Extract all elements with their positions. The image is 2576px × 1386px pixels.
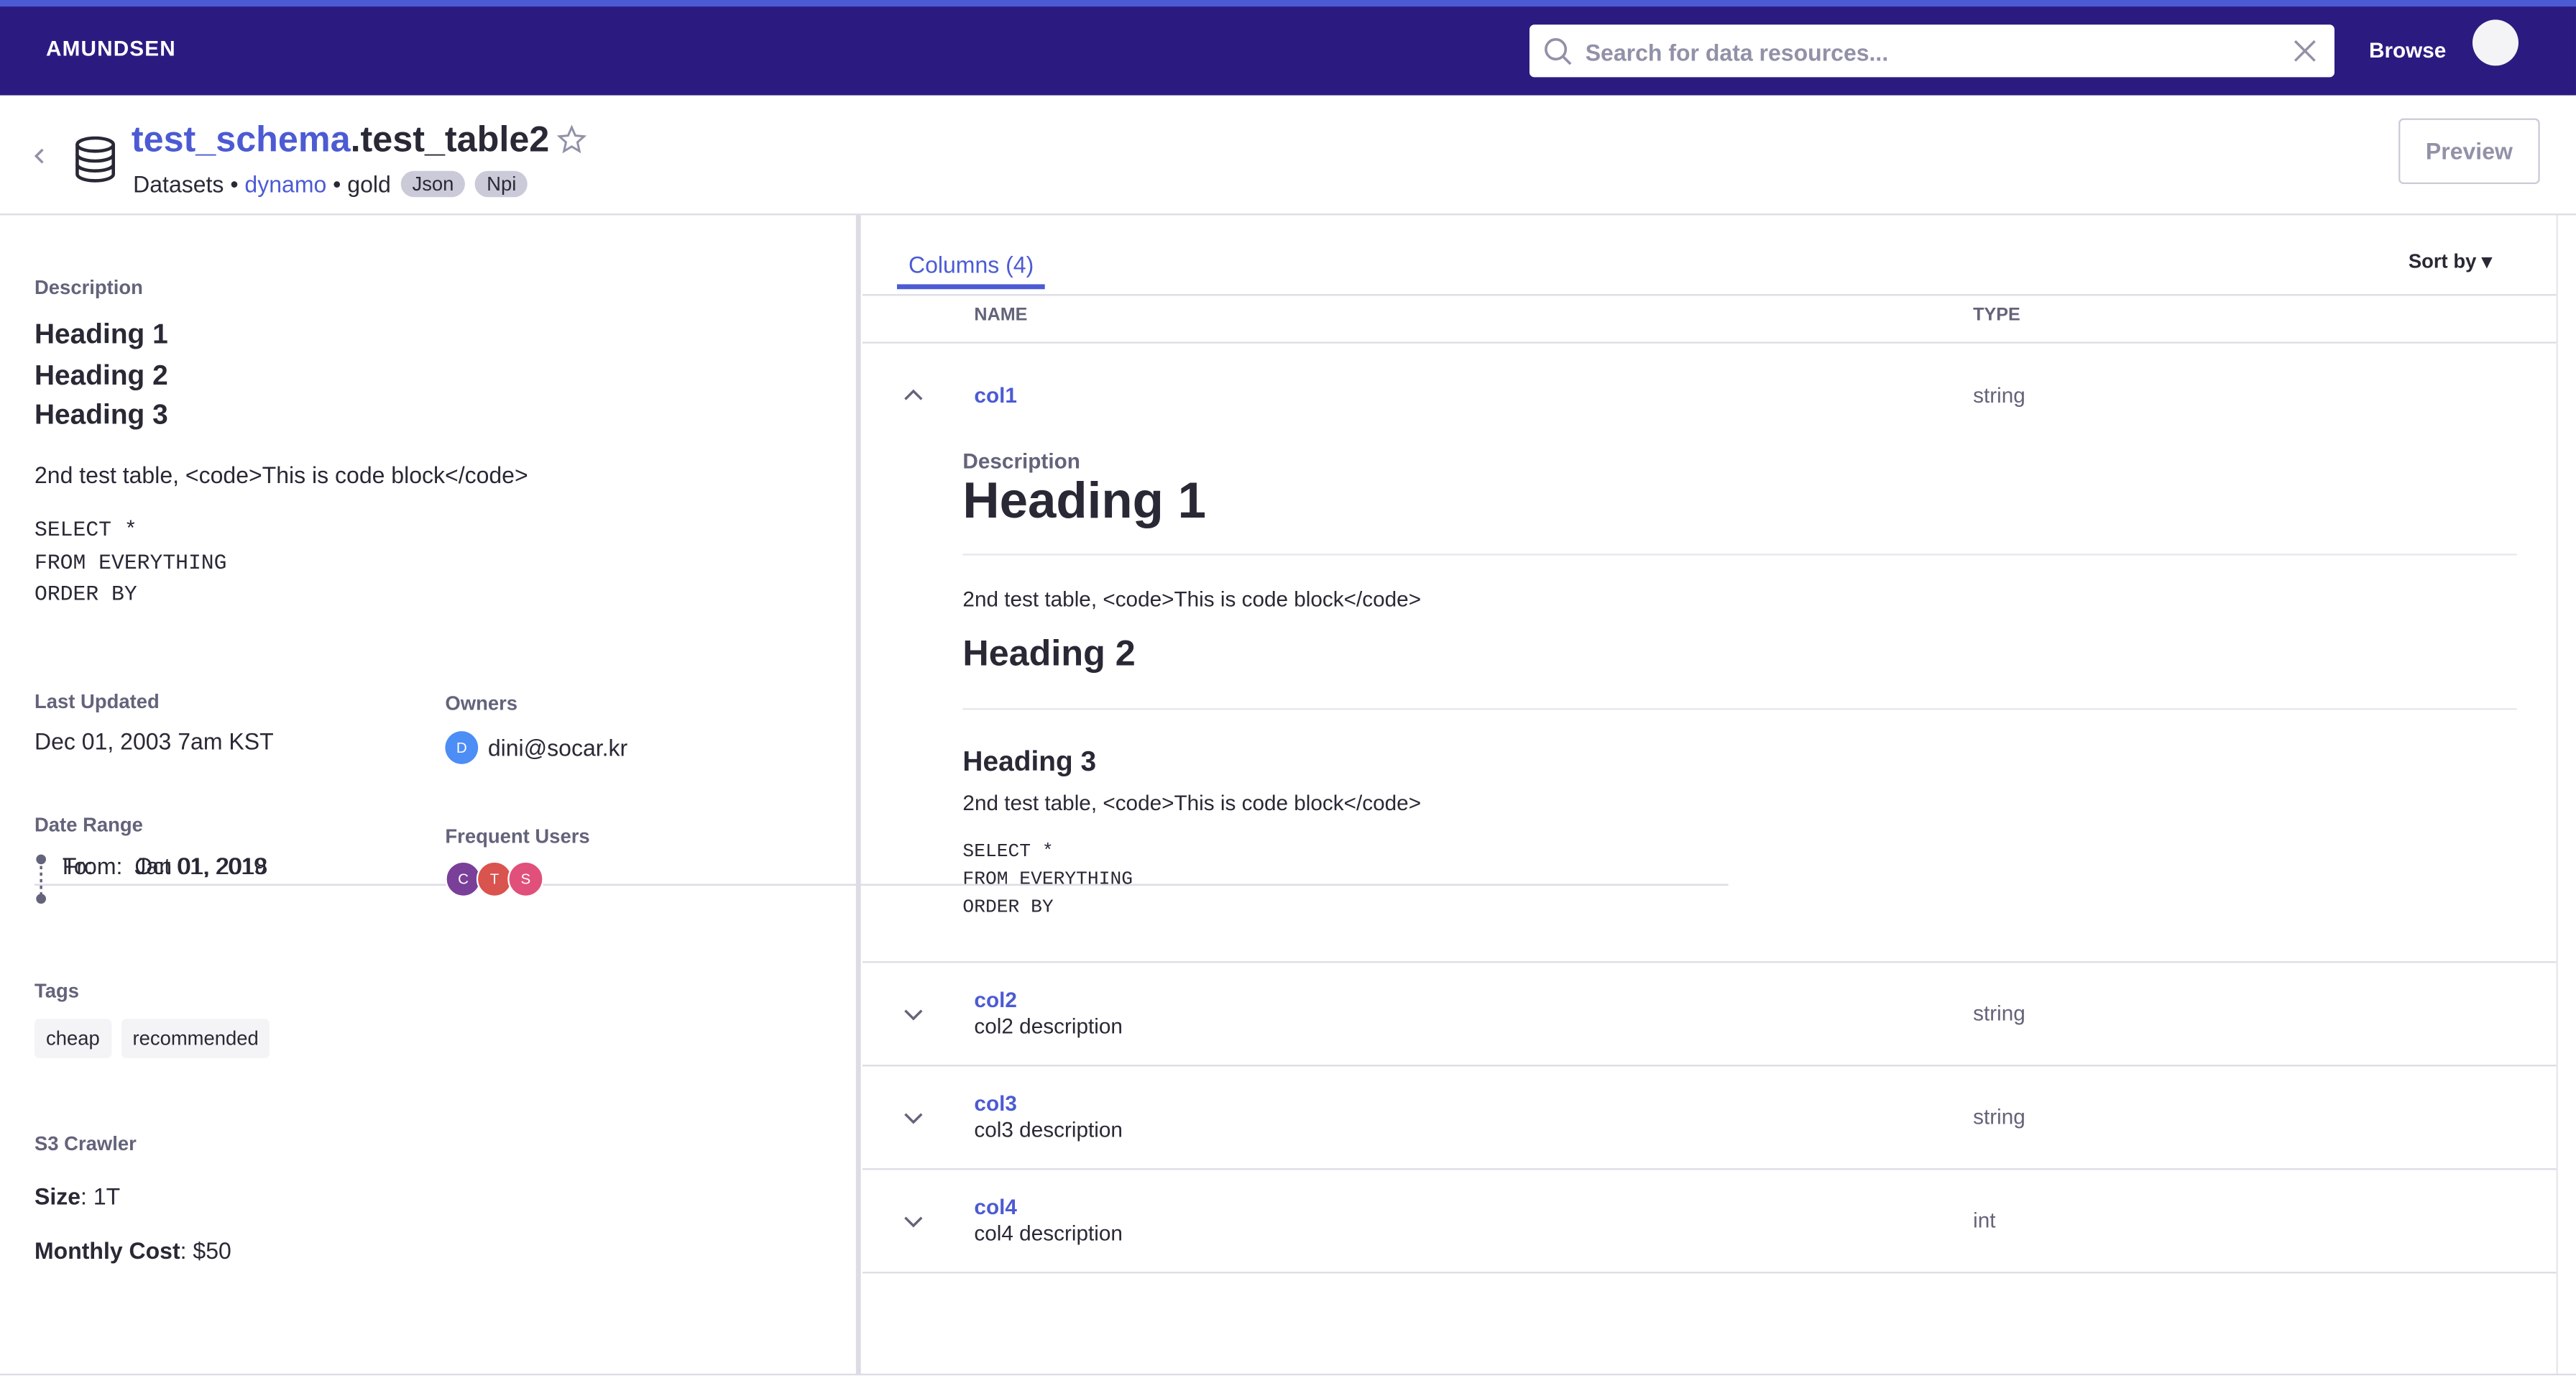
s3-crawler-label: S3 Crawler [34, 1132, 137, 1155]
table-row[interactable]: col1 string Description Heading 1 2nd te… [862, 344, 2557, 963]
right-panel: Columns (4) Sort by ▾ NAME TYPE col1 str… [862, 215, 2557, 1375]
columns-table-header: NAME TYPE [862, 294, 2557, 344]
resource-type: Datasets [133, 170, 224, 198]
type-header: TYPE [1973, 306, 2020, 326]
sort-by-dropdown[interactable]: Sort by ▾ [2409, 249, 2492, 272]
search-icon [1545, 38, 1572, 65]
search-input[interactable] [1582, 24, 2279, 81]
separator: • [224, 170, 245, 198]
description-code: SELECT * FROM EVERYTHING ORDER BY [34, 517, 227, 607]
chevron-up-icon[interactable] [902, 385, 925, 408]
last-updated-label: Last Updated [34, 689, 160, 713]
description-heading-3: Heading 3 [34, 399, 168, 431]
separator: • [326, 170, 348, 198]
description-heading-2: Heading 2 [34, 359, 168, 391]
description-text: 2nd test table, <code>This is code block… [34, 462, 528, 488]
database-link[interactable]: dynamo [244, 171, 326, 198]
column-heading-1: Heading 1 [962, 471, 1207, 529]
owners-label: Owners [445, 692, 518, 715]
monthly-cost-item: Monthly Cost: $50 [34, 1237, 231, 1264]
to-key: To: [62, 853, 93, 879]
cost-key: Monthly Cost [34, 1237, 180, 1264]
cost-value: : $50 [180, 1237, 231, 1264]
table-subtitle: Datasets • dynamo • gold Json Npi [133, 170, 528, 198]
column-type: string [1973, 382, 2025, 408]
column-description: col3 description [974, 1117, 1123, 1142]
description-heading-1: Heading 1 [34, 318, 168, 350]
tag-recommended[interactable]: recommended [121, 1019, 270, 1058]
chevron-down-icon[interactable] [902, 1209, 925, 1232]
clear-search-icon[interactable] [2292, 38, 2319, 65]
table-header: test_schema.test_table2 Datasets • dynam… [0, 96, 2576, 216]
tab-bar: Columns (4) Sort by ▾ [862, 215, 2557, 296]
table-row[interactable]: col2 col2 description string [862, 963, 2557, 1067]
column-description-label: Description [962, 448, 1080, 474]
top-nav: AMUNDSEN Browse [0, 0, 2576, 96]
owner-item[interactable]: D dini@socar.kr [445, 731, 627, 764]
cluster-name: gold [347, 170, 391, 198]
tab-columns[interactable]: Columns (4) [896, 252, 1046, 290]
date-range-label: Date Range [34, 813, 143, 837]
panel-edge [2556, 215, 2558, 1376]
column-name[interactable]: col3 [974, 1091, 1016, 1116]
owner-avatar: D [445, 731, 479, 764]
page-title: test_schema.test_table2 [132, 119, 549, 161]
column-type: string [1973, 1000, 2025, 1026]
preview-button[interactable]: Preview [2398, 118, 2540, 184]
table-name: .test_table2 [350, 118, 550, 160]
frequent-users: C T S [445, 860, 544, 897]
bottom-divider [0, 1373, 2576, 1376]
brand-logo[interactable]: AMUNDSEN [46, 36, 176, 60]
divider [962, 708, 2517, 710]
name-header: NAME [974, 306, 1028, 326]
nav-accent-line [0, 0, 2576, 7]
column-heading-3: Heading 3 [962, 745, 1097, 778]
to-value: Oct 01, 2019 [134, 853, 267, 879]
frequent-user-avatar[interactable]: S [507, 860, 544, 897]
left-panel: Description Heading 1 Heading 2 Heading … [0, 215, 1729, 1376]
owner-email[interactable]: dini@socar.kr [488, 735, 627, 761]
table-row[interactable]: col3 col3 description string [862, 1066, 2557, 1170]
column-name[interactable]: col2 [974, 988, 1016, 1012]
tag-cheap[interactable]: cheap [34, 1019, 111, 1058]
database-icon [75, 136, 115, 183]
column-heading-2: Heading 2 [962, 632, 1136, 674]
tags-list: cheap recommended [34, 1019, 280, 1058]
size-value: : 1T [80, 1183, 121, 1210]
size-item: Size: 1T [34, 1183, 120, 1210]
column-description-text: 2nd test table, <code>This is code block… [962, 790, 1422, 815]
user-avatar[interactable] [2472, 19, 2518, 66]
badge-npi[interactable]: Npi [475, 170, 528, 198]
column-code-block: SELECT * FROM EVERYTHING ORDER BY [962, 841, 1133, 919]
back-chevron-icon[interactable] [29, 144, 49, 167]
column-type: string [1973, 1103, 2025, 1129]
bookmark-star-icon[interactable] [556, 124, 586, 155]
column-description: col4 description [974, 1221, 1123, 1246]
description-label: Description [34, 275, 143, 299]
chevron-down-icon[interactable] [902, 1106, 925, 1129]
tags-label: Tags [34, 979, 79, 1003]
badge-json[interactable]: Json [400, 170, 466, 198]
divider [962, 554, 2517, 556]
column-type: int [1973, 1207, 1996, 1233]
column-name[interactable]: col1 [974, 383, 1016, 408]
search-bar[interactable] [1529, 24, 2334, 81]
size-key: Size [34, 1183, 81, 1210]
chevron-down-icon[interactable] [902, 1002, 925, 1025]
schema-link[interactable]: test_schema [132, 119, 351, 160]
browse-link[interactable]: Browse [2369, 38, 2446, 63]
column-description-text: 2nd test table, <code>This is code block… [962, 586, 1422, 612]
last-updated-value: Dec 01, 2003 7am KST [34, 728, 274, 755]
column-name[interactable]: col4 [974, 1195, 1016, 1219]
column-description: col2 description [974, 1014, 1123, 1039]
app-root: AMUNDSEN Browse test_schema.test_t [0, 0, 2576, 1386]
table-row[interactable]: col4 col4 description int [862, 1170, 2557, 1274]
frequent-users-label: Frequent Users [445, 825, 590, 848]
